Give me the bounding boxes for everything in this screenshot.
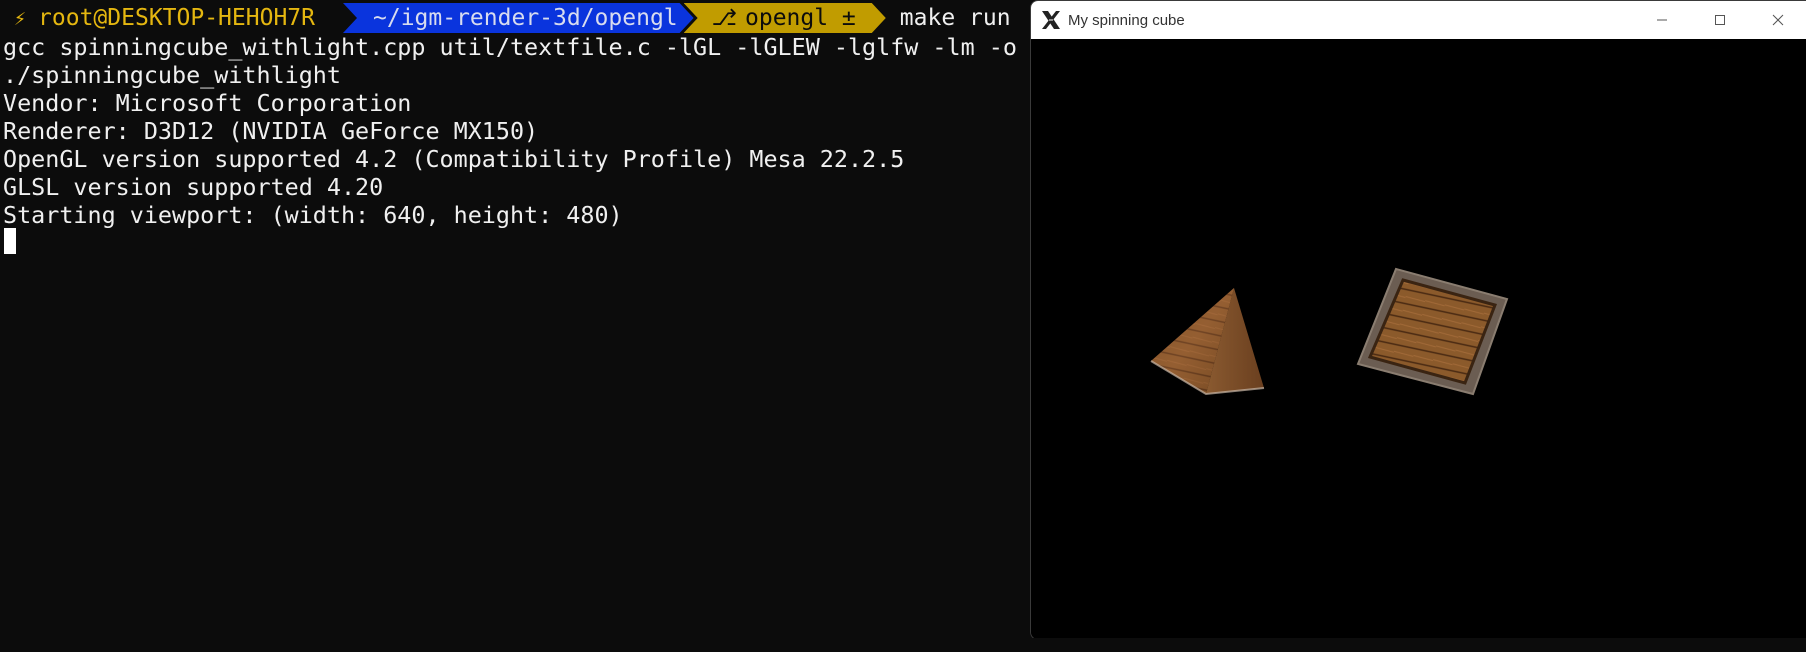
- prompt-user-segment: ⚡ root@DESKTOP-HEHOH7R: [0, 3, 343, 33]
- terminal-cursor: [4, 228, 16, 254]
- close-button[interactable]: [1749, 1, 1806, 39]
- typed-command: make run: [899, 5, 1011, 31]
- output-line: OpenGL version supported 4.2 (Compatibil…: [3, 145, 905, 173]
- maximize-button[interactable]: [1691, 1, 1749, 39]
- maximize-icon: [1715, 15, 1725, 25]
- scene-canvas: [1150, 267, 1509, 396]
- output-line: gcc spinningcube_withlight.cpp util/text…: [3, 33, 1046, 61]
- terminal-output: gcc spinningcube_withlight.cpp util/text…: [3, 33, 1045, 229]
- prompt-user-host: root@DESKTOP-HEHOH7R: [38, 5, 315, 31]
- output-line: ./spinningcube_withlight: [3, 61, 341, 89]
- prompt-git-branch: opengl ±: [745, 5, 856, 31]
- close-icon: [1772, 14, 1784, 26]
- terminal-bottom-margin: [0, 638, 1806, 652]
- output-line: GLSL version supported 4.20: [3, 173, 384, 201]
- wooden-pyramid: [1150, 288, 1265, 396]
- minimize-button[interactable]: [1633, 1, 1691, 39]
- prompt-directory-segment: ~/igm-render-3d/opengl: [343, 3, 694, 33]
- git-branch-icon: ⎇: [711, 5, 737, 31]
- minimize-icon: [1657, 19, 1667, 21]
- wooden-crate-cube: [1356, 267, 1509, 396]
- window-titlebar[interactable]: My spinning cube: [1031, 1, 1806, 39]
- prompt-git-segment: ⎇ opengl ±: [684, 3, 886, 33]
- window-title: My spinning cube: [1068, 11, 1185, 29]
- output-line: Renderer: D3D12 (NVIDIA GeForce MX150): [3, 117, 539, 145]
- prompt-directory: ~/igm-render-3d/opengl: [373, 5, 678, 31]
- opengl-window[interactable]: My spinning cube: [1030, 0, 1806, 640]
- render-viewport[interactable]: [1031, 39, 1806, 639]
- lightning-icon: ⚡: [14, 6, 27, 30]
- x11-app-icon: [1042, 11, 1060, 29]
- output-line: Vendor: Microsoft Corporation: [3, 89, 412, 117]
- window-controls: [1633, 1, 1806, 39]
- output-line: Starting viewport: (width: 640, height: …: [3, 201, 623, 229]
- shell-prompt: ⚡ root@DESKTOP-HEHOH7R ~/igm-render-3d/o…: [0, 3, 1011, 33]
